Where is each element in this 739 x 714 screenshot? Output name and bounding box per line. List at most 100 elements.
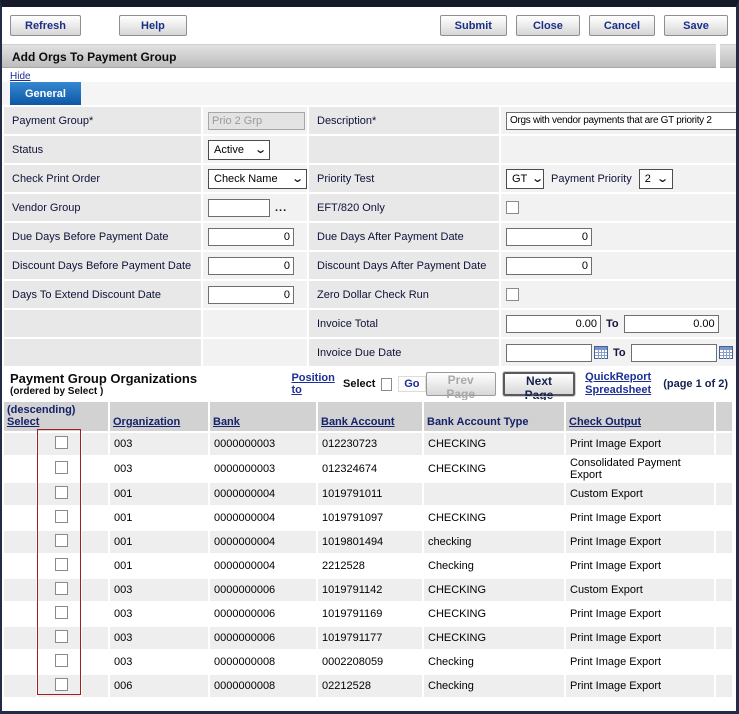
eft-820-checkbox[interactable] — [506, 201, 519, 214]
row-select-checkbox[interactable] — [55, 630, 68, 643]
org-section-title-block: Payment Group Organizations (ordered by … — [10, 371, 291, 397]
bank-sort-link[interactable]: Bank — [213, 416, 240, 428]
description-input[interactable] — [506, 112, 737, 130]
row-left-spacer — [4, 627, 36, 649]
row-select-checkbox[interactable] — [55, 461, 68, 474]
bank-account-cell: 1019791011 — [318, 483, 422, 505]
row-select-cell — [38, 531, 80, 553]
bank-account-cell: 1019791177 — [318, 627, 422, 649]
empty-field-cell — [501, 136, 737, 163]
organization-sort-link[interactable]: Organization — [113, 416, 180, 428]
table-row: 00100000000041019801494checkingPrint Ima… — [4, 531, 732, 553]
invoice-total-label: Invoice Total — [309, 310, 499, 337]
bank-account-cell: 1019791169 — [318, 603, 422, 625]
row-select-checkbox[interactable] — [55, 436, 68, 449]
row-select-checkbox[interactable] — [55, 486, 68, 499]
chevron-down-icon: ⌄ — [657, 172, 670, 185]
bank-cell: 0000000006 — [210, 603, 316, 625]
go-link[interactable]: Go — [398, 376, 425, 392]
position-to-checkbox[interactable] — [381, 378, 392, 391]
refresh-button[interactable]: Refresh — [10, 15, 81, 36]
discount-days-after-label: Discount Days After Payment Date — [309, 252, 499, 279]
bank-account-cell: 012230723 — [318, 433, 422, 455]
payment-priority-value: 2 — [645, 173, 651, 185]
bank-account-type-cell: CHECKING — [424, 507, 564, 529]
status-select[interactable]: Active ⌄ — [208, 140, 270, 160]
invoice-due-to-label: To — [613, 347, 626, 359]
days-extend-input[interactable] — [208, 286, 294, 304]
row-left-spacer — [4, 555, 36, 577]
hide-link[interactable]: Hide — [10, 71, 31, 82]
row-right-spacer — [716, 507, 732, 529]
row-right-spacer — [716, 675, 732, 697]
bank-account-type-column-header: Bank Account Type — [424, 402, 564, 431]
check-output-column-header: Check Output — [566, 402, 714, 431]
bank-cell: 0000000004 — [210, 555, 316, 577]
organization-cell: 003 — [110, 627, 208, 649]
discount-days-after-input[interactable] — [506, 257, 592, 275]
due-days-after-input[interactable] — [506, 228, 592, 246]
position-to-link[interactable]: Position to — [291, 372, 337, 396]
bank-account-type-cell: CHECKING — [424, 433, 564, 455]
organization-cell: 006 — [110, 675, 208, 697]
descending-label: (descending) — [7, 404, 105, 416]
row-select-checkbox[interactable] — [55, 558, 68, 571]
due-days-after-label: Due Days After Payment Date — [309, 223, 499, 250]
row-select-checkbox[interactable] — [55, 582, 68, 595]
vendor-group-lookup-button[interactable]: ... — [275, 202, 287, 214]
position-select-label: Select — [343, 378, 375, 390]
due-days-before-input[interactable] — [208, 228, 294, 246]
invoice-due-to-input[interactable] — [631, 344, 717, 362]
description-cell — [501, 107, 737, 134]
row-select-checkbox[interactable] — [55, 510, 68, 523]
titlebar-row: Add Orgs To Payment Group — [2, 44, 736, 68]
priority-test-select[interactable]: GT ⌄ — [506, 169, 544, 189]
zero-dollar-checkbox[interactable] — [506, 288, 519, 301]
spreadsheet-link[interactable]: Spreadsheet — [585, 384, 651, 397]
next-page-button[interactable]: Next Page — [503, 372, 575, 396]
check-output-cell: Custom Export — [566, 579, 714, 601]
row-gap-cell — [82, 433, 108, 455]
row-select-checkbox[interactable] — [55, 534, 68, 547]
empty-field-cell — [203, 310, 307, 337]
calendar-icon[interactable] — [719, 346, 733, 359]
invoice-due-date-cell: To — [501, 339, 737, 366]
row-gap-cell — [82, 531, 108, 553]
bank-account-type-label: Bank Account Type — [427, 416, 528, 428]
bank-account-type-cell: Checking — [424, 651, 564, 673]
tab-general[interactable]: General — [10, 82, 81, 105]
calendar-icon[interactable] — [594, 346, 608, 359]
check-output-cell: Print Image Export — [566, 433, 714, 455]
save-button[interactable]: Save — [664, 15, 728, 36]
vendor-group-input[interactable] — [208, 199, 270, 217]
page-title: Add Orgs To Payment Group — [2, 44, 716, 68]
prev-page-button[interactable]: Prev Page — [426, 372, 496, 396]
invoice-due-from-input[interactable] — [506, 344, 592, 362]
row-left-spacer — [4, 457, 36, 481]
hide-row: Hide — [2, 68, 736, 82]
quick-report-link[interactable]: QuickReport — [585, 371, 651, 384]
bank-account-type-cell: Checking — [424, 555, 564, 577]
bank-account-cell: 0002208059 — [318, 651, 422, 673]
bank-cell: 0000000003 — [210, 457, 316, 481]
invoice-total-from-input[interactable] — [506, 315, 601, 333]
payment-priority-select[interactable]: 2 ⌄ — [639, 169, 673, 189]
check-print-order-select[interactable]: Check Name ⌄ — [208, 169, 307, 189]
row-gap-cell — [82, 555, 108, 577]
row-select-checkbox[interactable] — [55, 654, 68, 667]
submit-button[interactable]: Submit — [440, 15, 507, 36]
help-button[interactable]: Help — [119, 15, 187, 36]
row-gap-cell — [82, 675, 108, 697]
cancel-button[interactable]: Cancel — [589, 15, 655, 36]
row-select-checkbox[interactable] — [55, 678, 68, 691]
table-row: 00100000000042212528CheckingPrint Image … — [4, 555, 732, 577]
discount-days-before-input[interactable] — [208, 257, 294, 275]
invoice-total-to-input[interactable] — [624, 315, 719, 333]
select-sort-link[interactable]: Select — [7, 416, 39, 428]
bank-account-type-cell: CHECKING — [424, 603, 564, 625]
row-select-checkbox[interactable] — [55, 606, 68, 619]
bank-account-sort-link[interactable]: Bank Account — [321, 416, 395, 428]
check-output-sort-link[interactable]: Check Output — [569, 416, 641, 428]
close-button[interactable]: Close — [516, 15, 580, 36]
bank-cell: 0000000006 — [210, 627, 316, 649]
